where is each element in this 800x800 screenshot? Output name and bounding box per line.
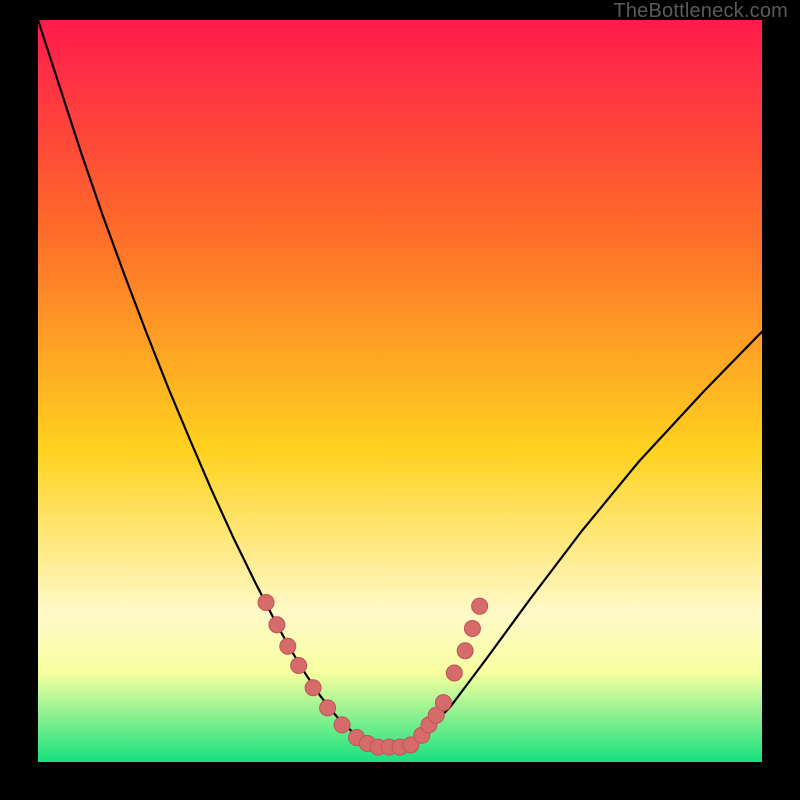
curve-marker (334, 717, 350, 733)
curve-marker (446, 665, 462, 681)
chart-svg (38, 20, 762, 762)
curve-marker (305, 680, 321, 696)
curve-marker (258, 594, 274, 610)
chart-frame: TheBottleneck.com (0, 0, 800, 800)
curve-marker (320, 700, 336, 716)
plot-area (38, 20, 762, 762)
curve-marker (457, 643, 473, 659)
curve-marker (435, 695, 451, 711)
curve-marker (280, 638, 296, 654)
curve-marker (464, 620, 480, 636)
gradient-background (38, 20, 762, 762)
curve-marker (269, 617, 285, 633)
curve-marker (472, 598, 488, 614)
curve-marker (291, 658, 307, 674)
